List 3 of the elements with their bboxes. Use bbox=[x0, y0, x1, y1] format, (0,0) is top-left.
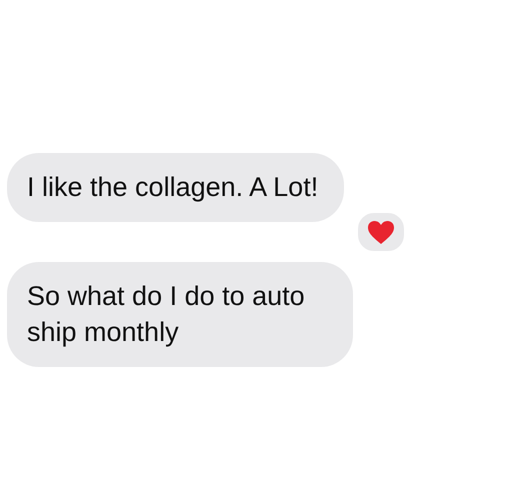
message-bubble: I like the collagen. A Lot! bbox=[7, 153, 344, 222]
message-bubble: So what do I do to auto ship monthly bbox=[7, 262, 353, 367]
heart-icon bbox=[367, 220, 395, 244]
